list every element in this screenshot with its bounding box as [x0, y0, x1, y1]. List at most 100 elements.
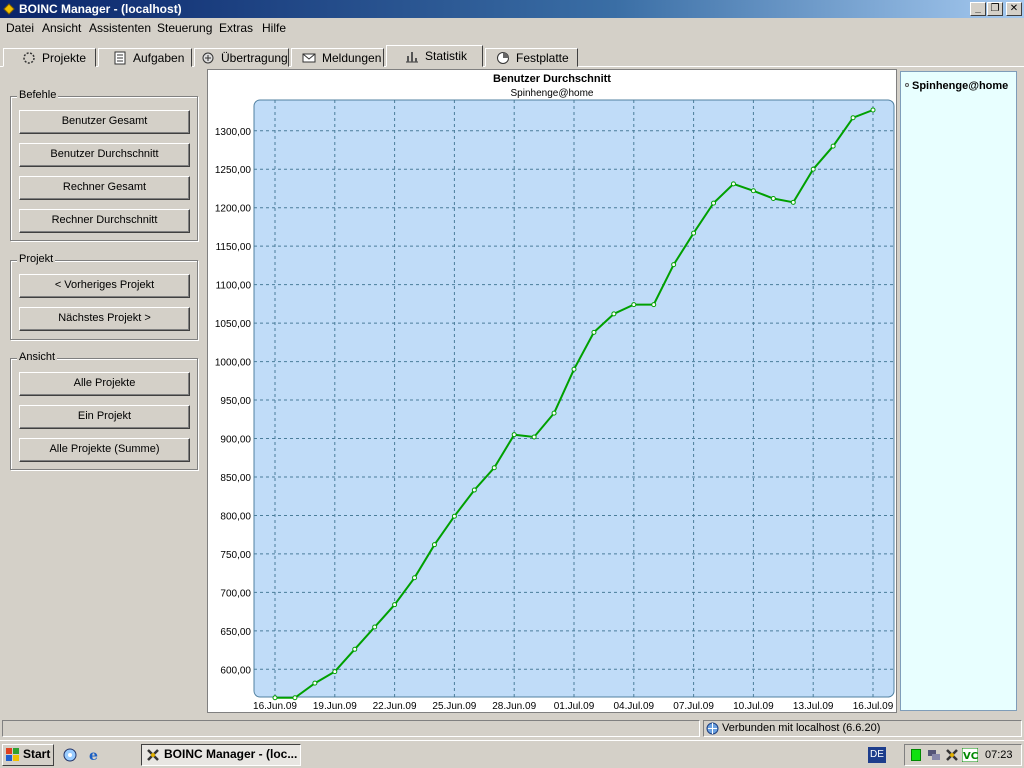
menu-datei[interactable]: Datei	[6, 21, 34, 35]
tab-strip: Projekte Aufgaben Übertragung Meldungen …	[0, 38, 1024, 67]
data-point	[292, 695, 298, 701]
benutzer-durchschnitt-button[interactable]: Benutzer Durchschnitt	[19, 143, 190, 167]
tray-boinc-icon[interactable]	[945, 748, 959, 762]
tab-projekte[interactable]: Projekte	[3, 48, 96, 67]
previous-project-button[interactable]: < Vorheriges Projekt	[19, 274, 190, 298]
x-tick-label: 28.Jun.09	[492, 701, 536, 712]
data-point	[551, 410, 557, 416]
connection-status: Verbunden mit localhost (6.6.20)	[722, 722, 881, 734]
x-tick-label: 01.Jul.09	[554, 701, 595, 712]
menu-steuerung[interactable]: Steuerung	[157, 21, 212, 35]
legend-panel: Spinhenge@home	[900, 71, 1017, 711]
x-tick-label: 22.Jun.09	[373, 701, 417, 712]
y-tick-label: 800,00	[220, 511, 251, 522]
close-button[interactable]: ✕	[1006, 2, 1022, 16]
next-project-button[interactable]: Nächstes Projekt >	[19, 307, 190, 331]
menu-assistenten[interactable]: Assistenten	[89, 21, 151, 35]
data-point	[691, 230, 697, 236]
title-bar: BOINC Manager - (localhost) _ ❐ ✕	[0, 0, 1024, 18]
transfer-icon	[202, 52, 214, 64]
data-point	[810, 166, 816, 172]
y-tick-label: 1150,00	[216, 242, 252, 253]
minimize-button[interactable]: _	[970, 2, 986, 16]
one-project-button[interactable]: Ein Projekt	[19, 405, 190, 429]
y-tick-label: 750,00	[220, 550, 251, 561]
status-bar: Verbunden mit localhost (6.6.20)	[0, 718, 1024, 738]
projects-icon	[23, 52, 35, 64]
tab-festplatte[interactable]: Festplatte	[485, 48, 578, 67]
statistics-chart: Benutzer Durchschnitt Spinhenge@home 600,0…	[215, 73, 895, 712]
group-title-ansicht: Ansicht	[17, 351, 58, 363]
rechner-durchschnitt-button[interactable]: Rechner Durchschnitt	[19, 209, 190, 233]
boinc-task-icon	[147, 749, 159, 761]
legend-item-spinhenge[interactable]: Spinhenge@home	[905, 80, 1008, 92]
taskbar: Start e BOINC Manager - (loc... DE VC 07…	[0, 740, 1024, 768]
data-point	[631, 302, 637, 308]
x-tick-label: 16.Jun.09	[253, 701, 297, 712]
statistics-icon	[406, 52, 418, 63]
x-tick-label: 25.Jun.09	[432, 701, 476, 712]
internet-explorer-icon[interactable]: e	[86, 747, 102, 763]
all-projects-button[interactable]: Alle Projekte	[19, 372, 190, 396]
menu-ansicht[interactable]: Ansicht	[42, 21, 81, 35]
data-point	[531, 434, 537, 440]
windows-logo-icon	[6, 748, 19, 761]
group-title-projekt: Projekt	[17, 253, 56, 265]
restore-button[interactable]: ❐	[987, 2, 1003, 16]
x-tick-label: 16.Jul.09	[853, 701, 894, 712]
quicklaunch-browser-icon[interactable]	[62, 747, 78, 763]
network-icon	[706, 722, 719, 735]
boinc-app-icon	[3, 3, 15, 15]
data-point	[352, 646, 358, 652]
data-point	[591, 329, 597, 335]
data-point	[830, 143, 836, 149]
x-tick-label: 19.Jun.09	[313, 701, 357, 712]
svg-text:VC: VC	[963, 751, 978, 762]
window-title: BOINC Manager - (localhost)	[19, 2, 182, 16]
data-point	[571, 366, 577, 372]
clock: 07:23	[985, 749, 1013, 761]
all-projects-sum-button[interactable]: Alle Projekte (Summe)	[19, 438, 190, 462]
data-point	[750, 188, 756, 194]
rechner-gesamt-button[interactable]: Rechner Gesamt	[19, 176, 190, 200]
start-button[interactable]: Start	[2, 744, 54, 766]
tray-status-icon[interactable]	[911, 749, 921, 761]
data-point	[332, 669, 338, 675]
tab-aufgaben[interactable]: Aufgaben	[98, 48, 192, 67]
tray-network-icon[interactable]	[927, 748, 941, 762]
data-point	[412, 575, 418, 581]
tab-meldungen[interactable]: Meldungen	[291, 48, 384, 67]
statistics-chart-panel: Benutzer Durchschnitt Spinhenge@home 600,0…	[207, 69, 897, 713]
y-tick-label: 1050,00	[215, 319, 252, 330]
benutzer-gesamt-button[interactable]: Benutzer Gesamt	[19, 110, 190, 134]
chart-subtitle: Spinhenge@home	[511, 88, 594, 99]
data-point	[372, 624, 378, 630]
data-point	[451, 513, 457, 519]
tasks-icon	[114, 51, 126, 65]
y-tick-label: 900,00	[220, 435, 251, 446]
y-tick-label: 950,00	[220, 396, 251, 407]
messages-icon	[302, 53, 316, 63]
group-projekt: Projekt < Vorheriges Projekt Nächstes Pr…	[10, 253, 198, 340]
data-point	[491, 465, 497, 471]
tray-vc-icon[interactable]: VC	[962, 748, 978, 762]
system-tray: VC 07:23	[904, 744, 1022, 766]
data-point	[711, 200, 717, 206]
legend-marker	[905, 83, 909, 88]
data-point	[770, 195, 776, 201]
menu-extras[interactable]: Extras	[219, 21, 253, 35]
menu-hilfe[interactable]: Hilfe	[262, 21, 286, 35]
data-point	[850, 115, 856, 121]
y-tick-label: 700,00	[220, 588, 251, 599]
tab-statistik[interactable]: Statistik	[386, 45, 483, 67]
data-point	[730, 181, 736, 187]
data-point	[312, 680, 318, 686]
language-indicator[interactable]: DE	[868, 747, 886, 763]
x-tick-label: 13.Jul.09	[793, 701, 834, 712]
tab-uebertragung[interactable]: Übertragung	[194, 48, 289, 67]
y-tick-label: 650,00	[220, 627, 251, 638]
menu-bar: Datei Ansicht Assistenten Steuerung Extr…	[0, 19, 1024, 38]
group-befehle: Befehle Benutzer Gesamt Benutzer Durchsc…	[10, 89, 198, 241]
y-tick-label: 1300,00	[215, 127, 252, 138]
taskbar-item-boinc[interactable]: BOINC Manager - (loc...	[141, 744, 301, 766]
